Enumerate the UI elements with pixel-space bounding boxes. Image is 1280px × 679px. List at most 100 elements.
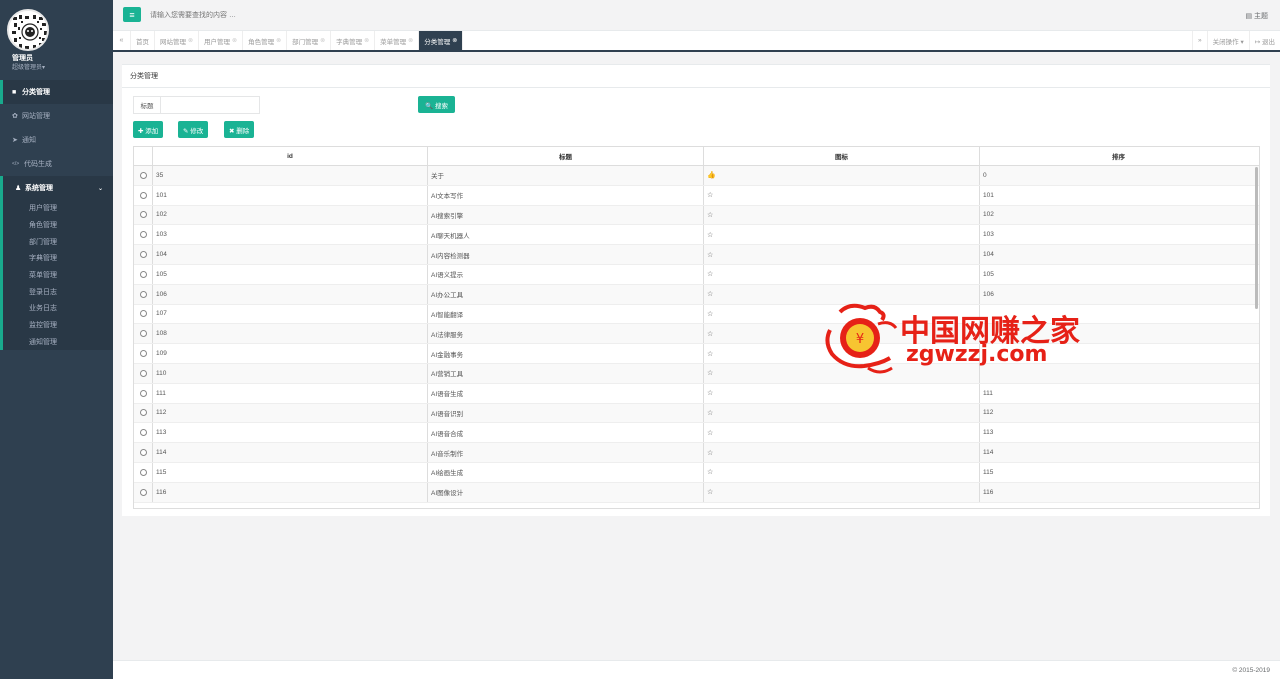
title-filter: 标题	[133, 96, 260, 114]
tab-5[interactable]: 字典管理 ⊗	[331, 31, 376, 50]
tab-close-icon[interactable]: ⊗	[320, 37, 325, 44]
table-row[interactable]: 110 AI营销工具 ☆	[134, 363, 1259, 384]
sidebar-item-category[interactable]: ■ 分类管理	[0, 80, 113, 104]
tab-close-icon[interactable]: ⊗	[232, 37, 237, 44]
table-row[interactable]: 102 AI搜索引擎 ☆ 102	[134, 205, 1259, 226]
row-radio[interactable]	[139, 429, 147, 437]
watermark-text-en: zgwzzj.com	[906, 342, 1048, 367]
top-search-input[interactable]	[145, 8, 445, 22]
table-row[interactable]: 103 AI聊天机器人 ☆ 103	[134, 225, 1259, 246]
sidebar-item-website[interactable]: ✿ 网站管理	[0, 104, 113, 128]
tab-3[interactable]: 角色管理 ⊗	[243, 31, 288, 50]
sidebar-item-system[interactable]: ♟ 系统管理 ⌄	[3, 176, 113, 200]
sidebar-subitem-roles[interactable]: 角色管理	[3, 217, 113, 234]
cell-icon: ☆	[704, 482, 980, 502]
sidebar-subitem-users[interactable]: 用户管理	[3, 200, 113, 217]
table-row[interactable]: 35 关于 👍 0	[134, 166, 1259, 186]
tab-2[interactable]: 用户管理 ⊗	[199, 31, 244, 50]
row-radio[interactable]	[139, 449, 147, 457]
table-row[interactable]: 115 AI绘画生成 ☆ 115	[134, 462, 1259, 483]
profile-area: 管理员 超级管理员▾	[0, 0, 113, 80]
tab-close-icon[interactable]: ⊗	[276, 37, 281, 44]
row-radio[interactable]	[139, 290, 147, 298]
row-radio[interactable]	[139, 369, 147, 377]
cell-sort: 106	[983, 290, 994, 298]
cell-icon: ☆	[704, 383, 980, 403]
table-row[interactable]: 104 AI内容检测器 ☆ 104	[134, 245, 1259, 265]
cell-icon: ☆	[704, 245, 980, 264]
table-row[interactable]: 108 AI法律服务 ☆	[134, 324, 1259, 345]
table-row[interactable]: 107 AI智能翻译 ☆	[134, 304, 1259, 325]
add-button[interactable]: ✚ 添加	[133, 121, 164, 138]
sidebar-subitem-departments[interactable]: 部门管理	[3, 233, 113, 250]
table-row[interactable]: 116 AI图像设计 ☆ 116	[134, 482, 1259, 503]
row-radio[interactable]	[139, 191, 147, 199]
tab-7[interactable]: 分类管理 ⊗	[419, 31, 464, 50]
title-filter-input[interactable]	[161, 97, 259, 113]
tab-close-icon[interactable]: ⊗	[452, 37, 457, 44]
table-row[interactable]: 101 AI文本写作 ☆ 101	[134, 185, 1259, 206]
table-row[interactable]: 112 AI语音识别 ☆ 112	[134, 403, 1259, 424]
sidebar-subitem-monitor[interactable]: 监控管理	[3, 317, 113, 334]
table-row[interactable]: 113 AI语音合成 ☆ 113	[134, 423, 1259, 444]
row-radio[interactable]	[139, 330, 147, 338]
cell-id: 101	[153, 185, 428, 205]
tab-scroll-left-button[interactable]: «	[113, 31, 131, 50]
search-button[interactable]: 🔍 搜索	[418, 96, 455, 113]
menu-toggle-button[interactable]: ≡	[123, 7, 141, 22]
row-radio[interactable]	[139, 251, 147, 259]
header-id[interactable]: id	[153, 147, 428, 165]
sidebar-item-label: 网站管理	[22, 113, 50, 120]
row-radio[interactable]	[139, 211, 147, 219]
table-row[interactable]: 111 AI语音生成 ☆ 111	[134, 383, 1259, 404]
user-role-dropdown[interactable]: 超级管理员▾	[12, 62, 45, 71]
table-row[interactable]: 105 AI语义提示 ☆ 105	[134, 264, 1259, 285]
cell-sort: 111	[983, 389, 993, 397]
row-radio[interactable]	[139, 389, 147, 397]
row-select-cell	[134, 166, 153, 185]
tab-4[interactable]: 部门管理 ⊗	[287, 31, 332, 50]
sidebar-subitem-business-log[interactable]: 业务日志	[3, 300, 113, 317]
tab-right-controls: » 关闭操作 ▾ ↦ 退出	[1192, 31, 1280, 50]
sidebar-item-codegen[interactable]: </> 代码生成	[0, 152, 113, 176]
edit-button[interactable]: ✎ 修改	[178, 121, 209, 138]
header-title[interactable]: 标题	[428, 147, 704, 165]
table-header: id 标题 图标 排序	[134, 147, 1259, 166]
row-radio[interactable]	[139, 488, 147, 496]
sidebar-subitem-menus[interactable]: 菜单管理	[3, 267, 113, 284]
table-row[interactable]: 109 AI金融事务 ☆	[134, 344, 1259, 364]
row-radio[interactable]	[139, 350, 147, 358]
tab-scroll-right-button[interactable]: »	[1192, 31, 1207, 50]
avatar[interactable]	[7, 9, 49, 51]
header-sort[interactable]: 排序	[980, 147, 1257, 165]
tab-1[interactable]: 网站管理 ⊗	[155, 31, 200, 50]
svg-text:¥: ¥	[856, 332, 864, 347]
cell-title: AI绘画生成	[428, 462, 704, 482]
table-row[interactable]: 106 AI办公工具 ☆ 106	[134, 284, 1259, 305]
tab-6[interactable]: 菜单管理 ⊗	[375, 31, 420, 50]
close-tabs-dropdown[interactable]: 关闭操作 ▾	[1206, 31, 1249, 50]
tab-close-icon[interactable]: ⊗	[188, 37, 193, 44]
table-row[interactable]: 114 AI音乐制作 ☆ 114	[134, 443, 1259, 463]
cell-icon: ☆	[704, 423, 980, 443]
delete-button[interactable]: ✖ 删除	[224, 121, 255, 138]
sidebar-subitem-notifications[interactable]: 通知管理	[3, 334, 113, 351]
header-icon[interactable]: 图标	[704, 147, 980, 165]
table-scrollbar[interactable]	[1255, 167, 1258, 309]
tab-close-icon[interactable]: ⊗	[364, 37, 369, 44]
row-radio[interactable]	[139, 409, 147, 417]
row-radio[interactable]	[139, 171, 147, 179]
tab-close-icon[interactable]: ⊗	[408, 37, 413, 44]
tab-0[interactable]: 首页	[131, 31, 155, 50]
row-radio[interactable]	[139, 310, 147, 318]
row-radio[interactable]	[139, 231, 147, 239]
sidebar-item-notice[interactable]: ➤ 通知	[0, 128, 113, 152]
sidebar-subitem-login-log[interactable]: 登录日志	[3, 283, 113, 300]
row-select-cell	[134, 462, 153, 482]
theme-link[interactable]: ▤ 主题	[1245, 11, 1268, 21]
sidebar-subitem-dictionary[interactable]: 字典管理	[3, 250, 113, 267]
row-radio[interactable]	[139, 468, 147, 476]
logout-button[interactable]: ↦ 退出	[1248, 31, 1280, 50]
row-select-cell	[134, 363, 153, 383]
row-radio[interactable]	[139, 270, 147, 278]
